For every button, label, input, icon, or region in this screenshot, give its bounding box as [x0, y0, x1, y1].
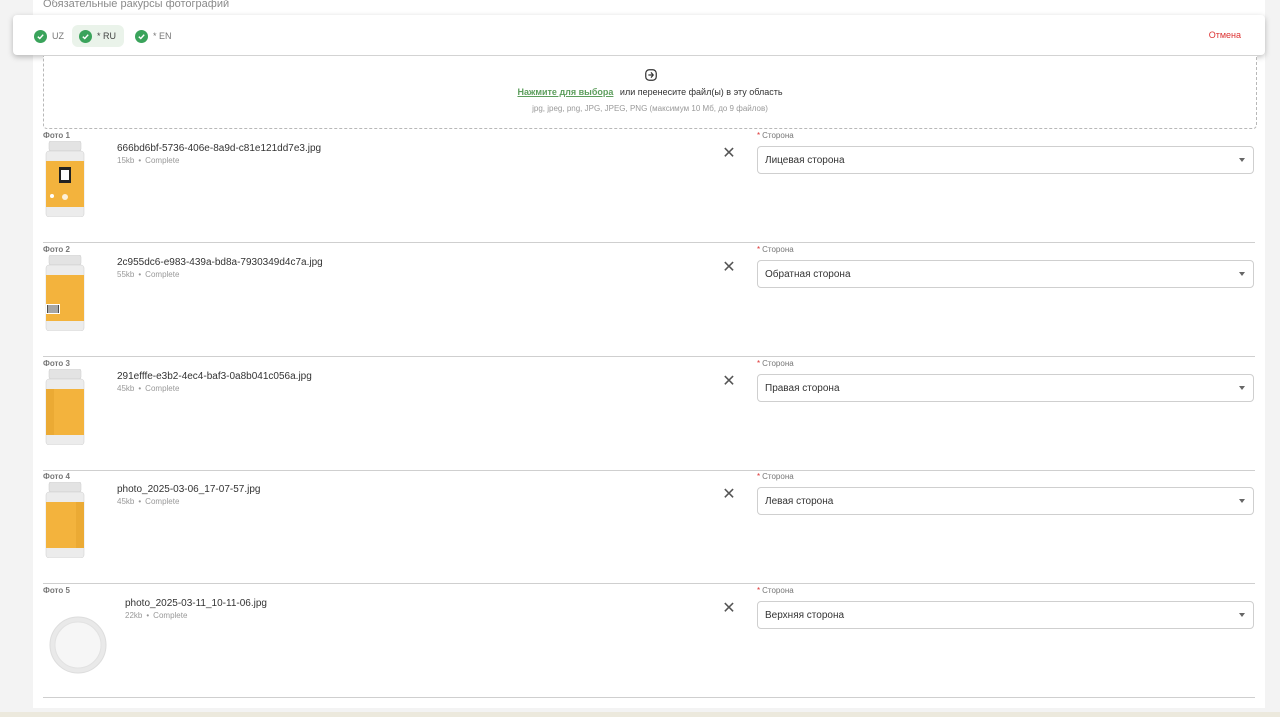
side-field-label: * Сторона — [757, 586, 794, 595]
check-icon — [79, 29, 92, 43]
photo-label: Фото 2 — [43, 245, 70, 254]
side-field-label: * Сторона — [757, 245, 794, 254]
side-select-value: Левая сторона — [765, 496, 834, 507]
side-select-value: Правая сторона — [765, 383, 840, 394]
side-field-label: * Сторона — [757, 472, 794, 481]
tab-lang-label: * EN — [153, 31, 172, 41]
remove-photo-button[interactable]: ✕ — [722, 601, 736, 617]
upload-select-link[interactable]: Нажмите для выбора — [517, 87, 613, 97]
photo-row-3: Фото 3 291efffe-e3b2-4ec4-baf3-0a8b041c0… — [43, 357, 1255, 471]
photo-label: Фото 5 — [43, 586, 70, 595]
side-select[interactable]: Верхняя сторона — [757, 601, 1254, 629]
tab-lang-label: UZ — [52, 31, 64, 41]
chevron-down-icon — [1239, 272, 1245, 276]
photo-label: Фото 1 — [43, 131, 70, 140]
upload-dropzone[interactable]: Нажмите для выбора или перенесите файл(ы… — [43, 56, 1257, 129]
file-name: 291efffe-e3b2-4ec4-baf3-0a8b041c056a.jpg — [117, 371, 312, 382]
bottle-side-thumbnail — [45, 482, 85, 558]
side-select[interactable]: Левая сторона — [757, 487, 1254, 515]
photo-row-4: Фото 4 photo_2025-03-06_17-07-57.jpg 45k… — [43, 470, 1255, 584]
lid-top-thumbnail — [49, 616, 107, 674]
side-select[interactable]: Лицевая сторона — [757, 146, 1254, 174]
side-select[interactable]: Обратная сторона — [757, 260, 1254, 288]
bottle-back-thumbnail — [45, 255, 85, 331]
chevron-down-icon — [1239, 158, 1245, 162]
tab-lang-uz[interactable]: UZ — [27, 25, 72, 47]
file-name: 666bd6bf-5736-406e-8a9d-c81e121dd7e3.jpg — [117, 143, 322, 154]
side-select-value: Обратная сторона — [765, 269, 851, 280]
file-meta: 45kb • Complete — [117, 497, 180, 506]
bottle-side-thumbnail — [45, 369, 85, 445]
file-meta: 15kb • Complete — [117, 156, 180, 165]
bottle-front-thumbnail — [45, 141, 85, 217]
remove-photo-button[interactable]: ✕ — [722, 260, 736, 276]
photo-row-5: Фото 5 photo_2025-03-11_10-11-06.jpg 22k… — [43, 584, 1255, 698]
upload-icon — [645, 69, 657, 81]
chevron-down-icon — [1239, 386, 1245, 390]
photo-row-1: Фото 1 666bd6bf-5736-406e-8a9d-c81e121dd… — [43, 129, 1255, 243]
remove-photo-button[interactable]: ✕ — [722, 146, 736, 162]
section-title: Обязательные ракурсы фотографий — [43, 0, 230, 10]
file-name: photo_2025-03-11_10-11-06.jpg — [125, 598, 267, 609]
side-select[interactable]: Правая сторона — [757, 374, 1254, 402]
file-meta: 45kb • Complete — [117, 384, 180, 393]
upload-drop-text: или перенесите файл(ы) в эту область — [619, 87, 783, 97]
photo-label: Фото 3 — [43, 359, 70, 368]
tab-lang-label: * RU — [97, 31, 117, 41]
side-field-label: * Сторона — [757, 131, 794, 140]
side-select-value: Верхняя сторона — [765, 610, 845, 621]
page-bottom-border — [0, 712, 1280, 717]
tab-lang-en[interactable]: * EN — [128, 25, 180, 47]
upload-instructions: Нажмите для выбора или перенесите файл(ы… — [44, 87, 1256, 97]
side-select-value: Лицевая сторона — [765, 155, 845, 166]
upload-hint: jpg, jpeg, png, JPG, JPEG, PNG (максимум… — [532, 104, 768, 113]
photo-label: Фото 4 — [43, 472, 70, 481]
tab-lang-ru[interactable]: * RU — [72, 25, 125, 47]
check-icon — [34, 29, 47, 43]
side-field-label: * Сторона — [757, 359, 794, 368]
file-meta: 55kb • Complete — [117, 270, 180, 279]
remove-photo-button[interactable]: ✕ — [722, 374, 736, 390]
file-name: photo_2025-03-06_17-07-57.jpg — [117, 484, 261, 495]
chevron-down-icon — [1239, 499, 1245, 503]
chevron-down-icon — [1239, 613, 1245, 617]
language-bar: UZ * RU * EN Отмена — [13, 15, 1265, 55]
file-meta: 22kb • Complete — [125, 611, 188, 620]
cancel-button[interactable]: Отмена — [1209, 30, 1241, 40]
photo-row-2: Фото 2 2c955dc6-e983-439a-bd8a-7930349d4… — [43, 243, 1255, 357]
remove-photo-button[interactable]: ✕ — [722, 487, 736, 503]
check-icon — [135, 29, 148, 43]
file-name: 2c955dc6-e983-439a-bd8a-7930349d4c7a.jpg — [117, 257, 323, 268]
